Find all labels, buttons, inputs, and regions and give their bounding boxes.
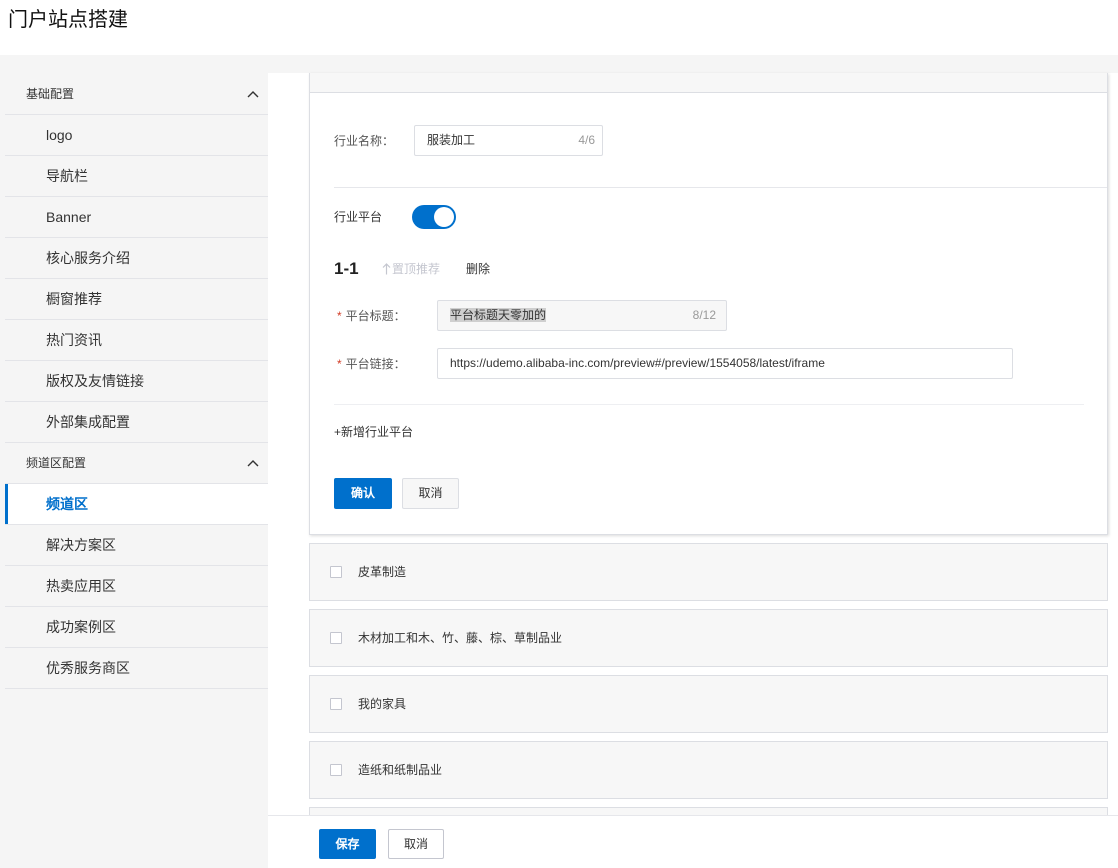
platform-title-input[interactable]: 平台标题天零加的 8/12 [437,300,727,331]
delete-platform-button[interactable]: 删除 [466,261,490,277]
industry-name: 皮革制造 [358,565,407,579]
sidebar: 基础配置 logo 导航栏 Banner 核心服务介绍 橱窗推荐 热门资讯 版权… [5,74,268,689]
sidebar-item-label: 导航栏 [46,168,88,184]
chevron-up-icon[interactable] [247,459,259,467]
industry-card[interactable]: 我的家具 [309,675,1108,733]
toggle-knob [434,207,454,227]
sidebar-item-label: 版权及友情链接 [46,373,144,389]
sidebar-item-hot-news[interactable]: 热门资讯 [5,320,268,361]
industry-checkbox[interactable] [330,632,342,644]
sidebar-item-copyright-links[interactable]: 版权及友情链接 [5,361,268,402]
cancel-button[interactable]: 取消 [402,478,459,509]
sidebar-item-success-cases[interactable]: 成功案例区 [5,607,268,648]
platform-link-label: * 平台链接： [337,356,406,372]
footer-cancel-button[interactable]: 取消 [388,829,444,859]
industry-card[interactable]: 木材加工和木、竹、藤、棕、草制品业 [309,609,1108,667]
required-mark: * [337,309,342,323]
sidebar-item-solutions[interactable]: 解决方案区 [5,525,268,566]
platform-link-value: https://udemo.alibaba-inc.com/preview#/p… [450,356,825,370]
sidebar-item-showcase[interactable]: 橱窗推荐 [5,279,268,320]
sidebar-item-external-integration[interactable]: 外部集成配置 [5,402,268,443]
divider [334,404,1084,405]
industry-name-counter: 4/6 [578,133,595,147]
sidebar-group-label: 频道区配置 [26,456,87,470]
sidebar-item-label: 热门资讯 [46,332,102,348]
industry-checkbox[interactable] [330,566,342,578]
sidebar-item-label: 成功案例区 [46,619,116,635]
sidebar-item-label: 优秀服务商区 [46,660,130,676]
platform-title-label-text: 平台标题： [345,309,406,323]
add-platform-button[interactable]: +新增行业平台 [334,424,413,440]
industry-name-label: 行业名称： [334,134,395,148]
sidebar-item-logo[interactable]: logo [5,115,268,156]
platform-toggle-switch[interactable] [412,205,456,229]
sidebar-item-label: 频道区 [46,496,88,512]
platform-title-value: 平台标题天零加的 [450,308,547,322]
pin-top-button[interactable]: 置顶推荐 [382,261,440,277]
required-mark: * [337,357,342,371]
industry-name-value: 服装加工 [427,133,476,147]
sidebar-item-core-services[interactable]: 核心服务介绍 [5,238,268,279]
sidebar-item-label: Banner [46,209,92,225]
sidebar-item-channel[interactable]: 频道区 [5,484,268,525]
industry-card[interactable]: 造纸和纸制品业 [309,741,1108,799]
industry-name: 造纸和纸制品业 [358,763,443,777]
sidebar-group-channel[interactable]: 频道区配置 [5,443,268,484]
industry-name-input[interactable]: 服装加工 4/6 [414,125,603,156]
save-button[interactable]: 保存 [319,829,376,859]
industry-card[interactable]: 皮革制造 [309,543,1108,601]
sidebar-group-basic[interactable]: 基础配置 [5,74,268,115]
chevron-up-icon[interactable] [247,90,259,98]
sidebar-item-hot-apps[interactable]: 热卖应用区 [5,566,268,607]
sidebar-item-label: 橱窗推荐 [46,291,102,307]
sidebar-item-service-providers[interactable]: 优秀服务商区 [5,648,268,689]
industry-checkbox[interactable] [330,698,342,710]
sidebar-item-label: 解决方案区 [46,537,116,553]
platform-title-label: * 平台标题： [337,308,406,324]
sidebar-item-label: 热卖应用区 [46,578,116,594]
platform-link-input[interactable]: https://udemo.alibaba-inc.com/preview#/p… [437,348,1013,379]
page-header: 门户站点搭建 [0,0,1118,55]
platform-toggle-label: 行业平台 [334,210,383,224]
sidebar-item-banner[interactable]: Banner [5,197,268,238]
industry-checkbox[interactable] [330,764,342,776]
industry-editor-card: 行业名称： 服装加工 4/6 行业平台 1-1 置顶推荐 删除 * 平台标题： 平… [309,73,1108,535]
platform-index: 1-1 [334,259,359,278]
page-title: 门户站点搭建 [8,9,128,31]
industry-name: 木材加工和木、竹、藤、棕、草制品业 [358,631,563,645]
platform-title-counter: 8/12 [692,308,716,322]
platform-link-label-text: 平台链接： [345,357,406,371]
industry-name: 我的家具 [358,697,407,711]
pin-top-label: 置顶推荐 [392,262,441,276]
arrow-up-icon [382,262,392,276]
footer-action-bar: 保存 取消 [268,815,1118,868]
divider [334,187,1107,188]
sidebar-item-navbar[interactable]: 导航栏 [5,156,268,197]
sidebar-group-label: 基础配置 [26,87,75,101]
sidebar-item-label: 核心服务介绍 [46,250,130,266]
sidebar-item-label: logo [46,127,73,143]
confirm-button[interactable]: 确认 [334,478,392,509]
card-header[interactable] [310,73,1107,93]
sidebar-item-label: 外部集成配置 [46,414,130,430]
